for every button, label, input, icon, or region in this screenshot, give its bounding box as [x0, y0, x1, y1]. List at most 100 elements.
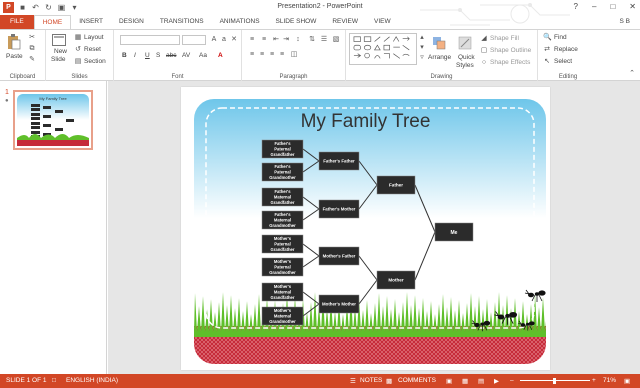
collapse-ribbon-icon[interactable]: ⌃ [628, 70, 636, 78]
parent-parent-box-1[interactable]: Father's Father [318, 151, 360, 171]
bullets-icon[interactable]: ≡ [248, 36, 256, 44]
layout-button[interactable]: Layout [84, 34, 104, 41]
fit-slide-icon[interactable]: ▣ [624, 377, 630, 385]
select-button[interactable]: Select [554, 58, 572, 65]
align-right-icon[interactable]: ≡ [268, 51, 276, 59]
new-slide-button-line2[interactable]: Slide [51, 56, 65, 63]
tab-insert[interactable]: INSERT [71, 15, 111, 29]
find-button[interactable]: Find [554, 34, 567, 41]
slideshow-view-icon[interactable]: ▶ [494, 377, 499, 385]
spellcheck-icon[interactable]: □ [52, 377, 56, 384]
shape-fill-button[interactable]: Shape Fill [490, 35, 519, 42]
font-name-combo[interactable] [120, 35, 180, 45]
shape-effects-button[interactable]: Shape Effects [490, 59, 530, 66]
text-direction-icon[interactable]: ⇅ [308, 36, 316, 44]
slide-thumbnail[interactable]: My Family Tree [13, 90, 93, 150]
parent-box-2[interactable]: Mother [376, 270, 416, 290]
italic-button[interactable]: I [134, 52, 136, 59]
paste-button[interactable]: Paste [6, 53, 23, 60]
shapes-gallery[interactable] [349, 33, 417, 65]
shadow-button[interactable]: S [156, 52, 160, 59]
font-size-combo[interactable] [182, 35, 206, 45]
grandparent-box-4[interactable]: Father's Maternal Grandmother [261, 210, 304, 230]
parent-box-1-label: Father [389, 183, 403, 188]
quick-styles-button-line2[interactable]: Styles [456, 62, 474, 69]
columns-icon[interactable]: ◫ [290, 51, 298, 59]
underline-button[interactable]: U [145, 52, 150, 59]
thumbnail-number: 1 [5, 89, 9, 96]
strikethrough-button[interactable]: abc [166, 52, 176, 59]
font-color-button[interactable]: A [218, 52, 223, 59]
bold-button[interactable]: B [122, 52, 127, 59]
line-spacing-icon[interactable]: ↕ [294, 36, 302, 44]
parent-box-1[interactable]: Father [376, 175, 416, 195]
shapes-more-icon[interactable]: ▿ [418, 54, 426, 62]
grandparent-box-8[interactable]: Mother's Maternal Grandmother [261, 306, 304, 326]
smartart-icon[interactable]: ▧ [332, 36, 340, 44]
notes-button[interactable]: NOTES [360, 377, 382, 384]
copy-icon[interactable]: ⧉ [28, 45, 36, 53]
arrange-icon[interactable] [432, 36, 446, 50]
paste-icon[interactable] [7, 34, 21, 50]
close-button[interactable]: ✕ [629, 2, 636, 11]
reset-button[interactable]: Reset [84, 46, 101, 53]
cut-icon[interactable]: ✂ [28, 34, 36, 42]
shapes-scroll-down-icon[interactable]: ▾ [418, 44, 426, 52]
increase-indent-icon[interactable]: ⇥ [282, 36, 290, 44]
tab-design[interactable]: DESIGN [111, 15, 152, 29]
maximize-button[interactable]: □ [610, 2, 615, 11]
parent-parent-box-3[interactable]: Mother's Father [318, 246, 360, 266]
me-box[interactable]: Me [434, 222, 474, 242]
zoom-out-icon[interactable]: – [510, 377, 514, 384]
arrange-button[interactable]: Arrange [428, 54, 451, 61]
clear-format-icon[interactable]: ✕ [230, 36, 238, 44]
grandparent-box-1[interactable]: Father's Paternal Grandfather [261, 139, 304, 159]
align-left-icon[interactable]: ≡ [248, 51, 256, 59]
normal-view-icon[interactable]: ▣ [446, 377, 452, 385]
grandparent-box-3[interactable]: Father's Maternal Grandfather [261, 187, 304, 207]
grandparent-box-6[interactable]: Mother's Paternal Grandmother [261, 257, 304, 277]
parent-parent-box-2[interactable]: Father's Mother [318, 199, 360, 219]
numbering-icon[interactable]: ≡ [260, 36, 268, 44]
tab-transitions[interactable]: TRANSITIONS [152, 15, 212, 29]
grow-font-icon[interactable]: A [210, 36, 218, 44]
minimize-button[interactable]: – [592, 2, 596, 11]
quick-styles-button[interactable]: Quick [458, 54, 475, 61]
align-center-icon[interactable]: ≡ [258, 51, 266, 59]
new-slide-icon[interactable] [52, 34, 66, 46]
tab-home[interactable]: HOME [33, 15, 72, 29]
decrease-indent-icon[interactable]: ⇤ [272, 36, 280, 44]
zoom-slider-thumb[interactable] [553, 378, 556, 384]
help-button[interactable]: ? [574, 2, 578, 11]
shapes-scroll-up-icon[interactable]: ▴ [418, 34, 426, 42]
user-account[interactable]: S B [620, 18, 630, 25]
tab-file[interactable]: FILE [0, 15, 34, 29]
tab-animations[interactable]: ANIMATIONS [212, 15, 268, 29]
char-spacing-button[interactable]: AV [182, 52, 190, 59]
slide-title[interactable]: My Family Tree [181, 111, 550, 133]
new-slide-button[interactable]: New [54, 48, 67, 55]
grandparent-box-5[interactable]: Mother's Paternal Grandfather [261, 234, 304, 254]
replace-button[interactable]: Replace [554, 46, 578, 53]
parent-parent-box-4[interactable]: Mother's Mother [318, 294, 360, 314]
change-case-button[interactable]: Aa [199, 52, 207, 59]
tab-view[interactable]: VIEW [366, 15, 399, 29]
shrink-font-icon[interactable]: a [220, 36, 228, 44]
tab-slide-show[interactable]: SLIDE SHOW [268, 15, 325, 29]
tab-review[interactable]: REVIEW [324, 15, 366, 29]
shape-outline-button[interactable]: Shape Outline [490, 47, 531, 54]
quick-styles-icon[interactable] [458, 36, 472, 50]
justify-icon[interactable]: ≡ [278, 51, 286, 59]
slide-1[interactable]: Father's Paternal Grandfather Father's Pater… [181, 87, 550, 370]
grandparent-box-7[interactable]: Mother's Maternal Grandfather [261, 282, 304, 302]
align-text-icon[interactable]: ☰ [320, 36, 328, 44]
language-indicator[interactable]: ENGLISH (INDIA) [66, 377, 118, 384]
zoom-in-icon[interactable]: + [592, 377, 596, 384]
format-painter-icon[interactable]: ✎ [28, 56, 36, 64]
reading-view-icon[interactable]: ▤ [478, 377, 484, 385]
grandparent-box-2[interactable]: Father's Paternal Grandmother [261, 162, 304, 182]
section-button[interactable]: Section [84, 58, 106, 65]
slide-sorter-icon[interactable]: ▦ [462, 377, 468, 385]
zoom-level[interactable]: 71% [603, 377, 616, 384]
comments-button[interactable]: COMMENTS [398, 377, 436, 384]
